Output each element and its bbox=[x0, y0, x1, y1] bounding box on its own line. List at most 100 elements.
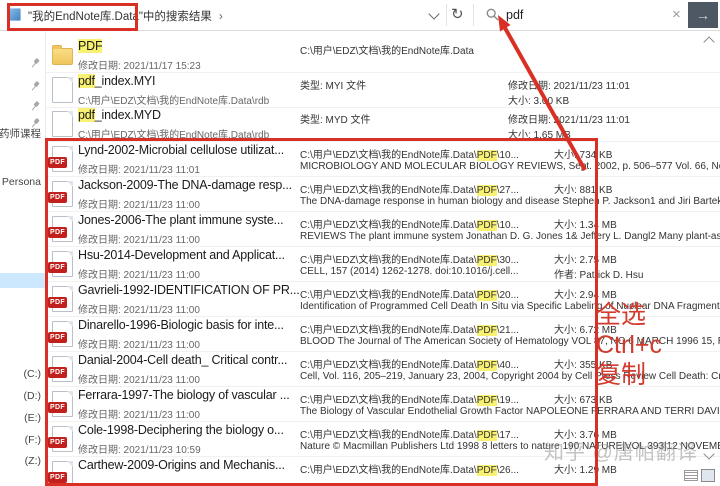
sidebar-item[interactable]: (F:) bbox=[25, 434, 41, 446]
sidebar-selected-item[interactable] bbox=[0, 273, 45, 288]
file-size-right: 大小: 3.00 KB bbox=[508, 92, 569, 107]
file-name: Jones-2006-The plant immune syste... bbox=[78, 213, 283, 227]
file-modified-date: 修改日期: 2021/11/23 11:01 bbox=[508, 77, 630, 92]
file-subtext: 修改日期: 2021/11/17 15:23 bbox=[78, 57, 201, 72]
sidebar-item[interactable]: (C:) bbox=[24, 368, 42, 380]
pin-icon bbox=[28, 99, 42, 113]
file-row[interactable]: pdf_index.MYD C:\用户\EDZ\文档\我的EndNote库.Da… bbox=[46, 107, 720, 142]
file-subtext: 修改日期: 2021/11/23 11:00 bbox=[78, 301, 200, 316]
file-name: PDF bbox=[78, 39, 102, 53]
file-name: pdf_index.MYD bbox=[78, 108, 161, 122]
file-size: 大小: 2.94 MB bbox=[554, 286, 617, 301]
sidebar-item[interactable]: (D:) bbox=[24, 390, 42, 402]
file-row[interactable]: Jackson-2009-The DNA-damage resp... 修改日期… bbox=[46, 177, 720, 212]
file-size: 大小: 2.75 MB bbox=[554, 251, 617, 266]
file-subtext: C:\用户\EDZ\文档\我的EndNote库.Data\rdb bbox=[78, 92, 269, 107]
toolbar-divider bbox=[446, 4, 447, 26]
file-name: Carthew-2009-Origins and Mechanis... bbox=[78, 458, 285, 472]
sidebar-item[interactable]: (Z:) bbox=[25, 455, 41, 467]
search-go-button[interactable]: → bbox=[688, 2, 718, 28]
file-path: C:\用户\EDZ\文档\我的EndNote库.Data\PDF\26... bbox=[300, 461, 519, 476]
file-icon bbox=[52, 77, 73, 103]
refresh-icon[interactable]: ↻ bbox=[451, 5, 464, 25]
file-author: 作者: Patrick D. Hsu bbox=[554, 266, 643, 281]
file-size-right: 大小: 1.65 MB bbox=[508, 126, 571, 141]
file-content-preview: The Biology of Vascular Endothelial Grow… bbox=[300, 406, 720, 417]
annotation-select-all: 全选 bbox=[596, 300, 662, 330]
address-dropdown-icon[interactable] bbox=[428, 8, 439, 19]
breadcrumb-chevron-icon: › bbox=[219, 9, 223, 23]
file-row[interactable]: Lynd-2002-Microbial cellulose utilizat..… bbox=[46, 142, 720, 177]
file-row[interactable]: PDF 修改日期: 2021/11/17 15:23 C:\用户\EDZ\文档\… bbox=[46, 38, 720, 73]
file-subtext: 修改日期: 2021/11/23 11:00 bbox=[78, 336, 200, 351]
annotation-copy: 复制 bbox=[596, 360, 662, 390]
file-subtext: 修改日期: 2021/11/23 11:01 bbox=[78, 161, 200, 176]
file-name: Ferrara-1997-The biology of vascular ... bbox=[78, 388, 290, 402]
file-path: C:\用户\EDZ\文档\我的EndNote库.Data\PDF\21... bbox=[300, 321, 519, 336]
pin-icon bbox=[28, 79, 42, 93]
file-path: C:\用户\EDZ\文档\我的EndNote库.Data\PDF\27... bbox=[300, 181, 519, 196]
file-path: C:\用户\EDZ\文档\我的EndNote库.Data\PDF\20... bbox=[300, 286, 519, 301]
file-row[interactable]: Hsu-2014-Development and Applicat... 修改日… bbox=[46, 247, 720, 282]
search-box: × → bbox=[474, 0, 720, 30]
file-path: C:\用户\EDZ\文档\我的EndNote库.Data bbox=[300, 42, 474, 57]
file-size: 大小: 881 KB bbox=[554, 181, 612, 196]
explorer-toolbar: "我的EndNote库.Data"中的搜索结果› ↻ × → bbox=[0, 0, 720, 31]
file-icon bbox=[52, 111, 73, 137]
sidebar-item[interactable]: - Persona bbox=[0, 176, 41, 188]
file-icon bbox=[52, 391, 73, 417]
file-content-preview: CELL, 157 (2014) 1262-1278. doi:10.1016/… bbox=[300, 266, 720, 277]
file-subtext: C:\用户\EDZ\文档\我的EndNote库.Data\rdb bbox=[78, 126, 269, 141]
search-icon bbox=[486, 8, 499, 21]
file-icon bbox=[52, 461, 73, 484]
file-name: Lynd-2002-Microbial cellulose utilizat..… bbox=[78, 143, 284, 157]
file-icon bbox=[52, 426, 73, 452]
file-size: 大小: 734 KB bbox=[554, 146, 612, 161]
file-path: C:\用户\EDZ\文档\我的EndNote库.Data\PDF\10... bbox=[300, 146, 519, 161]
file-icon bbox=[52, 48, 73, 65]
file-name: Gavrieli-1992-IDENTIFICATION OF PR... bbox=[78, 283, 299, 297]
file-type: 类型: MYI 文件 bbox=[300, 77, 366, 92]
file-content-preview: MICROBIOLOGY AND MOLECULAR BIOLOGY REVIE… bbox=[300, 161, 720, 172]
file-subtext: 修改日期: 2021/11/23 11:00 bbox=[78, 266, 200, 281]
file-subtext: 修改日期: 2021/11/23 11:00 bbox=[78, 196, 200, 211]
list-view-icon[interactable] bbox=[684, 470, 698, 481]
file-icon bbox=[52, 356, 73, 382]
file-icon bbox=[52, 146, 73, 172]
search-results-list: PDF 修改日期: 2021/11/17 15:23 C:\用户\EDZ\文档\… bbox=[46, 31, 720, 484]
file-type: 类型: MYD 文件 bbox=[300, 111, 371, 126]
file-path: C:\用户\EDZ\文档\我的EndNote库.Data\PDF\30... bbox=[300, 251, 519, 266]
breadcrumb[interactable]: "我的EndNote库.Data"中的搜索结果› bbox=[28, 8, 223, 24]
watermark: 知乎 @唐帕翻译 bbox=[544, 436, 698, 465]
clear-search-icon[interactable]: × bbox=[672, 6, 681, 23]
file-row[interactable]: Jones-2006-The plant immune syste... 修改日… bbox=[46, 212, 720, 247]
file-icon bbox=[52, 181, 73, 207]
file-path: C:\用户\EDZ\文档\我的EndNote库.Data\PDF\40... bbox=[300, 356, 519, 371]
file-content-preview: REVIEWS The plant immune system Jonathan… bbox=[300, 231, 720, 242]
file-modified-date: 修改日期: 2021/11/23 11:01 bbox=[508, 111, 630, 126]
annotation-copy-instructions: 全选 Ctrl+c 复制 bbox=[596, 300, 662, 390]
file-row[interactable]: Ferrara-1997-The biology of vascular ...… bbox=[46, 387, 720, 422]
address-suffix: 中的搜索结果 bbox=[143, 11, 212, 23]
search-results-icon bbox=[8, 8, 21, 21]
file-name: Hsu-2014-Development and Applicat... bbox=[78, 248, 285, 262]
file-size: 大小: 1.34 MB bbox=[554, 216, 617, 231]
file-subtext: 修改日期: 2021/11/23 11:00 bbox=[78, 231, 200, 246]
file-size: 大小: 673 KB bbox=[554, 391, 612, 406]
thumbnail-view-icon[interactable] bbox=[701, 469, 715, 482]
file-row[interactable]: pdf_index.MYI C:\用户\EDZ\文档\我的EndNote库.Da… bbox=[46, 73, 720, 108]
sidebar-item[interactable]: 药师课程 bbox=[0, 126, 41, 141]
file-subtext: 修改日期: 2021/11/23 11:00 bbox=[78, 371, 200, 386]
file-icon bbox=[52, 216, 73, 242]
navigation-pane: 药师课程 - Persona (C:) (D:) (E:) (F:) (Z:) bbox=[0, 31, 46, 484]
file-name: Dinarello-1996-Biologic basis for inte..… bbox=[78, 318, 284, 332]
pin-icon bbox=[28, 56, 42, 70]
file-path: C:\用户\EDZ\文档\我的EndNote库.Data\PDF\10... bbox=[300, 216, 519, 231]
sidebar-item[interactable]: (E:) bbox=[24, 412, 41, 424]
file-name: Danial-2004-Cell death_ Critical contr..… bbox=[78, 353, 287, 367]
file-path: C:\用户\EDZ\文档\我的EndNote库.Data\PDF\19... bbox=[300, 391, 519, 406]
file-name: Cole-1998-Deciphering the biology o... bbox=[78, 423, 284, 437]
search-input[interactable] bbox=[504, 4, 666, 26]
file-icon bbox=[52, 251, 73, 277]
file-subtext: 修改日期: 2021/11/23 10:59 bbox=[78, 441, 201, 456]
